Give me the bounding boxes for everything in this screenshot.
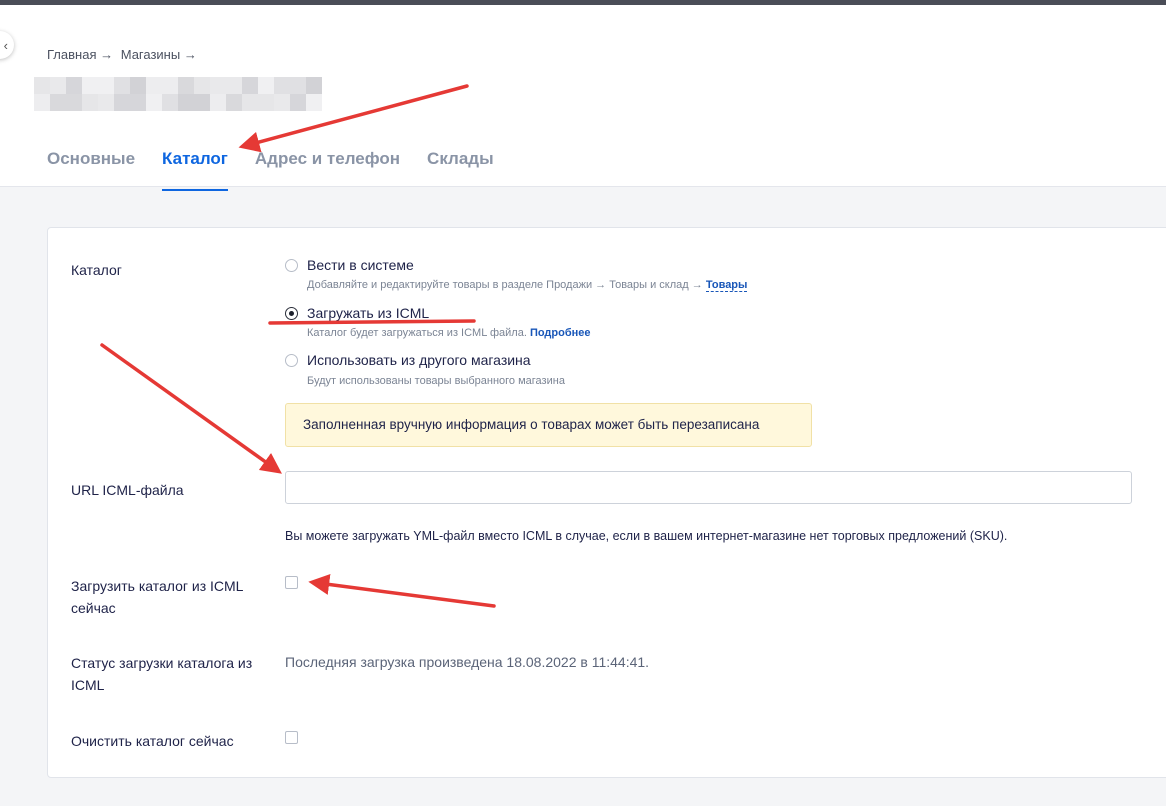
redaction-pixel	[290, 77, 306, 94]
redaction-pixel	[114, 94, 130, 111]
radio-button-checked[interactable]	[285, 306, 298, 320]
redaction-pixel	[98, 77, 114, 94]
redaction-pixel	[50, 94, 66, 111]
redaction-pixel	[290, 94, 306, 111]
load-now-checkbox[interactable]	[285, 576, 298, 589]
redaction-pixel	[258, 77, 274, 94]
load-now-label: Загрузить каталог из ICML сейчас	[71, 578, 243, 616]
redaction-pixel	[210, 77, 226, 94]
radio-label: Вести в системе	[307, 257, 414, 273]
breadcrumb-shops[interactable]: Магазины →	[121, 47, 197, 62]
redaction-pixel	[274, 94, 290, 111]
more-info-link[interactable]: Подробнее	[530, 327, 591, 339]
redaction-pixel	[194, 77, 210, 94]
redaction-pixel	[162, 77, 178, 94]
redaction-pixel	[162, 94, 178, 111]
redaction-pixel	[226, 94, 242, 111]
yml-note: Вы можете загружать YML-файл вместо ICML…	[285, 529, 1008, 543]
radio-button[interactable]	[285, 258, 298, 272]
redaction-pixel	[242, 94, 258, 111]
radio-hint-load-icml: Каталог будет загружаться из ICML файла.…	[307, 327, 591, 339]
redaction-pixel	[114, 77, 130, 94]
overwrite-warning: Заполненная вручную информация о товарах…	[285, 403, 812, 447]
radio-label: Загружать из ICML	[307, 305, 430, 321]
page-title-redacted	[34, 77, 322, 111]
clear-now-checkbox[interactable]	[285, 731, 298, 744]
url-label: URL ICML-файла	[71, 482, 184, 498]
redaction-pixel	[210, 94, 226, 111]
redaction-pixel	[34, 94, 50, 111]
tab-catalog[interactable]: Каталог	[162, 135, 228, 191]
catalog-settings-card: Каталог Вести в системе Добавляйте и ред…	[47, 227, 1166, 778]
redaction-pixel	[178, 94, 194, 111]
tab-main[interactable]: Основные	[47, 135, 135, 191]
redaction-pixel	[242, 77, 258, 94]
radio-hint-manage-in-system: Добавляйте и редактируйте товары в разде…	[307, 279, 748, 292]
radio-button[interactable]	[285, 353, 298, 367]
products-link[interactable]: Товары	[705, 279, 748, 292]
radio-option-other-shop[interactable]: Использовать из другого магазина	[285, 352, 531, 368]
redaction-pixel	[306, 94, 322, 111]
redaction-pixel	[226, 77, 242, 94]
redaction-pixel	[194, 94, 210, 111]
redaction-pixel	[82, 94, 98, 111]
redaction-pixel	[130, 77, 146, 94]
icml-url-input[interactable]	[285, 471, 1132, 504]
breadcrumb-home[interactable]: Главная →	[47, 47, 113, 62]
catalog-label: Каталог	[71, 262, 122, 278]
collapse-sidebar-button[interactable]: ‹	[0, 31, 14, 59]
tab-address-phone[interactable]: Адрес и телефон	[255, 135, 400, 191]
redaction-pixel	[130, 94, 146, 111]
redaction-pixel	[66, 77, 82, 94]
radio-option-manage-in-system[interactable]: Вести в системе	[285, 257, 414, 273]
breadcrumb: Главная → Магазины →	[47, 47, 201, 62]
redaction-pixel	[34, 77, 50, 94]
redaction-pixel	[66, 94, 82, 111]
tabs: Основные Каталог Адрес и телефон Склады	[47, 135, 521, 191]
redaction-pixel	[146, 77, 162, 94]
redaction-pixel	[82, 77, 98, 94]
hint-text: Будут использованы товары выбранного маг…	[307, 375, 565, 387]
tab-warehouses[interactable]: Склады	[427, 135, 494, 191]
redaction-pixel	[146, 94, 162, 111]
redaction-pixel	[178, 77, 194, 94]
redaction-pixel	[258, 94, 274, 111]
hint-text: Добавляйте и редактируйте товары в разде…	[307, 279, 703, 291]
chevron-left-icon: ‹	[3, 37, 8, 53]
redaction-pixel	[274, 77, 290, 94]
redaction-pixel	[306, 77, 322, 94]
status-text: Последняя загрузка произведена 18.08.202…	[285, 654, 650, 670]
radio-option-load-icml[interactable]: Загружать из ICML	[285, 305, 429, 321]
redaction-pixel	[50, 77, 66, 94]
radio-hint-other-shop: Будут использованы товары выбранного маг…	[307, 375, 565, 387]
radio-label: Использовать из другого магазина	[307, 352, 531, 368]
redaction-pixel	[98, 94, 114, 111]
page-header: ‹ Главная → Магазины → Основные Каталог …	[0, 5, 1166, 191]
status-label: Статус загрузки каталога из ICML	[71, 655, 253, 693]
clear-now-label: Очистить каталог сейчас	[71, 733, 234, 749]
hint-text: Каталог будет загружаться из ICML файла.	[307, 327, 527, 339]
